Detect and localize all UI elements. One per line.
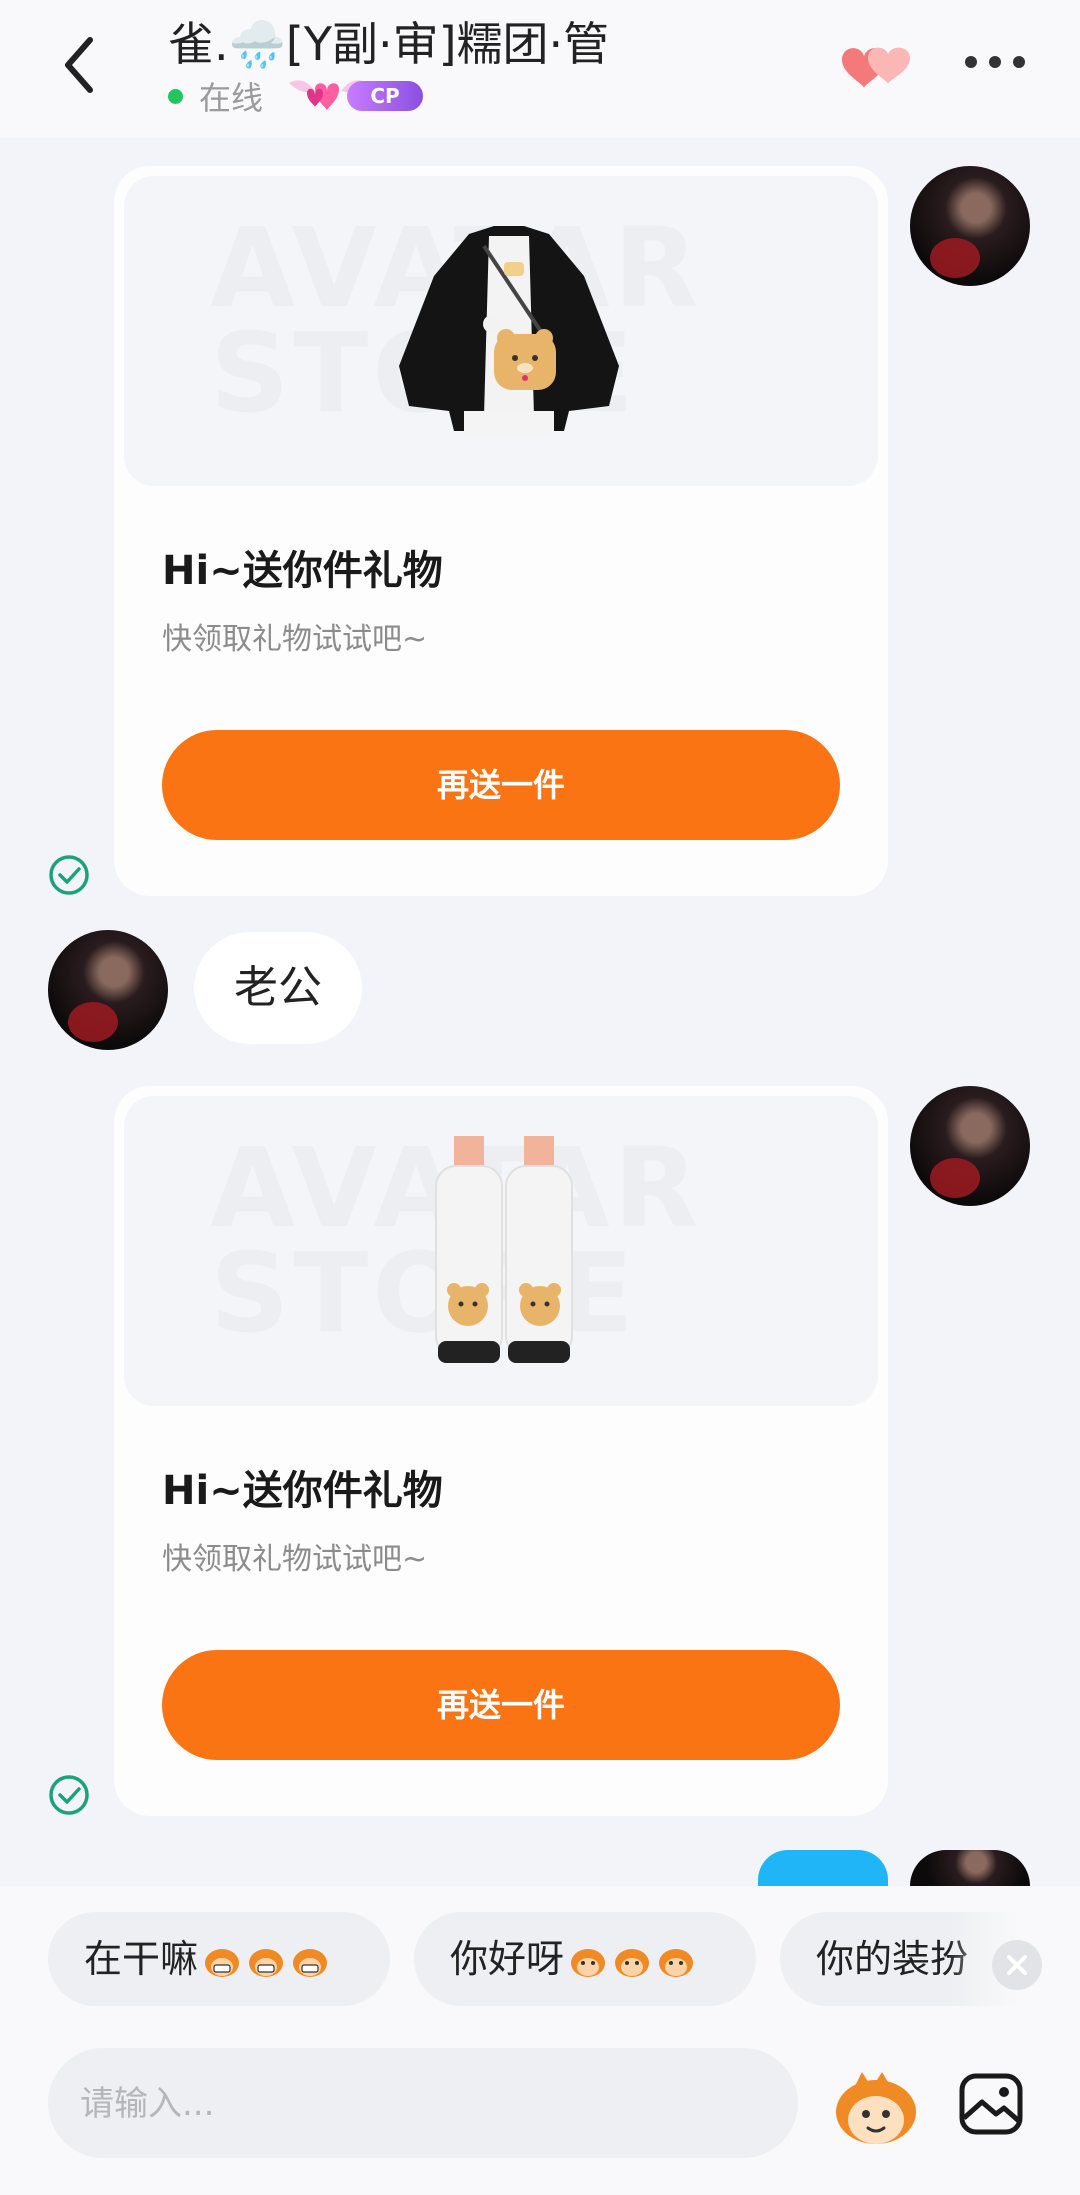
monkey-face-emoji-icon	[659, 1948, 694, 1977]
my-avatar[interactable]	[910, 1850, 1030, 1886]
gift-card: AVATAR STORE Hi~送你件礼物 快领取礼物试试吧~ 再送一件	[114, 1086, 888, 1816]
boots-item-icon	[435, 1136, 573, 1363]
close-icon	[1007, 1955, 1027, 1975]
image-picker-icon[interactable]	[958, 2070, 1026, 2138]
gift-title: Hi~送你件礼物	[162, 548, 443, 594]
quick-reply-label: 你好呀	[450, 1937, 565, 1981]
back-arrow-icon[interactable]	[56, 30, 106, 100]
gift-image[interactable]: AVATAR STORE	[124, 176, 878, 486]
quick-reply-label: 你的装扮	[816, 1937, 969, 1981]
quick-reply-bar: 在干嘛 你好呀 你的装扮	[48, 1912, 1048, 2008]
cp-label: CP	[347, 81, 424, 111]
close-quick-replies-button[interactable]	[992, 1940, 1042, 1990]
gift-subtitle: 快领取礼物试试吧~	[162, 622, 428, 657]
monkey-face-emoji-icon	[571, 1948, 606, 1977]
send-another-button[interactable]: 再送一件	[162, 730, 840, 840]
online-dot-icon	[168, 88, 183, 104]
gift-title: Hi~送你件礼物	[162, 1468, 443, 1514]
sent-check-icon	[49, 855, 89, 895]
intimacy-hearts-icon[interactable]	[838, 38, 918, 92]
grinning-monkey-emoji-icon	[293, 1948, 328, 1977]
cp-badge[interactable]: CP	[285, 77, 425, 115]
quick-reply-chip[interactable]: 你好呀	[414, 1912, 756, 2006]
gift-image[interactable]: AVATAR STORE	[124, 1096, 878, 1406]
composer-panel: 在干嘛 你好呀 你的装扮	[0, 1886, 1080, 2195]
chat-header: 雀.🌧️[Y副·审]糯团·管 在线 CP	[0, 0, 1080, 138]
my-avatar[interactable]	[910, 1086, 1030, 1206]
partial-message-bubble[interactable]	[758, 1850, 888, 1890]
online-status: 在线 CP	[168, 76, 425, 117]
more-options-icon[interactable]	[965, 56, 1025, 72]
gift-subtitle: 快领取礼物试试吧~	[162, 1542, 428, 1577]
jacket-item-icon	[399, 226, 619, 436]
chat-title[interactable]: 雀.🌧️[Y副·审]糯团·管	[168, 8, 609, 74]
quick-reply-label: 在干嘛	[84, 1937, 199, 1981]
message-input[interactable]	[78, 2048, 782, 2160]
grinning-monkey-emoji-icon	[249, 1948, 284, 1977]
contact-avatar[interactable]	[48, 930, 168, 1050]
monkey-face-emoji-icon	[615, 1948, 650, 1977]
send-another-button[interactable]: 再送一件	[162, 1650, 840, 1760]
gift-card: AVATAR STORE Hi~送你件礼物 快领取礼物试试吧~ 再送一件	[114, 166, 888, 896]
sent-check-icon	[49, 1775, 89, 1815]
status-text: 在线	[199, 79, 264, 117]
mascot-emoji-button-icon[interactable]	[832, 2070, 920, 2148]
message-input-wrapper	[48, 2048, 798, 2160]
grinning-monkey-emoji-icon	[205, 1948, 240, 1977]
my-avatar[interactable]	[910, 166, 1030, 286]
quick-reply-chip[interactable]: 在干嘛	[48, 1912, 390, 2006]
message-bubble[interactable]: 老公	[194, 932, 362, 1044]
